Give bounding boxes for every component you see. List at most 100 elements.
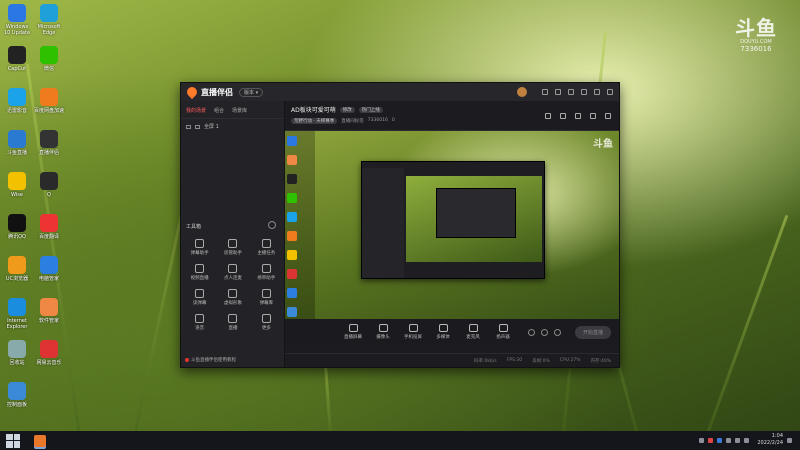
chevron-up-icon[interactable] — [699, 437, 705, 443]
toolbox-item[interactable]: 直播 — [216, 314, 249, 331]
app-icon — [40, 256, 58, 274]
desktop-icon[interactable]: 百度翻译 — [34, 214, 64, 240]
tab-my-scenes[interactable]: 我的场景 — [186, 107, 206, 114]
preview-app-icon — [287, 307, 297, 317]
toolbox-grid: 弹幕助手 房管助手 主播任务视频直播 点人连麦 榜单助手读弹幕 虚拟形象 弹幕库语音 直播 更多 — [183, 239, 283, 331]
eye-icon[interactable] — [186, 124, 191, 129]
lock-icon[interactable] — [560, 113, 566, 119]
category-select[interactable]: 热门上线 — [358, 106, 383, 113]
toolbox-item[interactable]: 虚拟形象 — [216, 289, 249, 306]
desktop-icon-label: 百度翻译 — [38, 234, 59, 240]
tool-icon — [228, 239, 238, 248]
menu-icon[interactable] — [568, 89, 574, 95]
preview-app-icon — [287, 212, 297, 222]
camera-icon[interactable] — [527, 329, 535, 336]
desktop-icon[interactable]: UC浏览器 — [2, 256, 32, 282]
taskbar: 1:04 2022/2/24 — [0, 431, 800, 450]
eye-icon[interactable] — [540, 329, 548, 336]
app-icon — [40, 88, 58, 106]
maximize-icon[interactable] — [594, 89, 600, 95]
room-tag[interactable]: 直播间标签 — [341, 118, 364, 124]
preview-app-icon — [287, 193, 297, 203]
left-panel: 我的场景 组合 场景库 全屏 1 工具箱 弹幕助手 房管助手 主播任务 视频直播 点人连… — [181, 101, 285, 367]
control-right: 开始直播 — [527, 326, 611, 339]
status-bar: 码率:0kb/s FPS:30 丢帧:0% CPU:27% 内存:40% — [285, 353, 619, 367]
toolbox-item[interactable]: 更多 — [250, 314, 283, 331]
version-button[interactable]: 版本 ▾ — [239, 87, 264, 97]
notification-icon[interactable] — [787, 437, 792, 443]
tool-icon — [195, 264, 205, 273]
desktop-icon[interactable]: 迅雷影音 — [2, 88, 32, 114]
toolbox-item[interactable]: 主播任务 — [250, 239, 283, 256]
desktop-icon[interactable]: 腾讯QQ — [2, 214, 32, 240]
edit-title-button[interactable]: 修改 — [339, 106, 355, 113]
network-icon[interactable] — [726, 437, 732, 443]
gift-icon[interactable] — [575, 113, 581, 119]
scene-item[interactable]: 全屏 1 — [181, 119, 284, 134]
live-preview[interactable]: 斗鱼 — [285, 131, 619, 339]
toolbox-item[interactable]: 榜单助手 — [250, 264, 283, 281]
desktop-icon[interactable]: 斗鱼直播 — [2, 130, 32, 156]
toolbox-item[interactable]: 房管助手 — [216, 239, 249, 256]
toolbox-item[interactable]: 弹幕助手 — [183, 239, 216, 256]
room-title: AD板块可爱可萌 — [291, 107, 336, 114]
desktop-icon[interactable]: 直播伴侣 — [34, 130, 64, 156]
camera-button[interactable]: 摄像头 — [373, 324, 393, 340]
bell-icon[interactable] — [590, 113, 596, 119]
toolbox-settings-icon[interactable] — [268, 221, 276, 229]
desktop-icon[interactable]: 回收站 — [2, 340, 32, 366]
desktop-icon[interactable]: Q — [34, 172, 64, 198]
speaker-icon — [498, 324, 508, 332]
minimize-icon[interactable] — [581, 89, 587, 95]
status-item: 丢帧:0% — [532, 358, 550, 364]
toolbox-item[interactable]: 视频直播 — [183, 264, 216, 281]
tool-label: 弹幕库 — [259, 301, 274, 306]
share-icon[interactable] — [605, 113, 611, 119]
desktop-icon[interactable]: 控制面板 — [2, 382, 32, 408]
microphone-button[interactable]: 麦克风 — [463, 324, 483, 340]
desktop-icon[interactable]: 网易云音乐 — [34, 340, 64, 366]
desktop-icon[interactable]: Windows 10 Update — [2, 4, 32, 36]
tray-app-icon[interactable] — [708, 437, 714, 443]
settings-icon[interactable] — [553, 329, 561, 336]
screen-capture-button[interactable]: 直播屏幕 — [343, 324, 363, 340]
tutorial-notice[interactable]: 斗鱼直播伴侣使用教程 — [185, 357, 236, 363]
start-live-button[interactable]: 开始直播 — [574, 326, 611, 339]
desktop-icon-label: 电脑管家 — [38, 276, 59, 282]
desktop-icon[interactable]: Wise — [2, 172, 32, 198]
tab-group[interactable]: 组合 — [214, 107, 224, 114]
tool-label: 读弹幕 — [192, 301, 207, 306]
desktop-icon[interactable]: Microsoft Edge — [34, 4, 64, 36]
volume-icon[interactable] — [735, 437, 741, 443]
speaker-button[interactable]: 扬声器 — [493, 324, 513, 340]
phone-cast-button[interactable]: 手机投屏 — [403, 324, 423, 340]
skin-icon[interactable] — [555, 89, 561, 95]
toolbox-item[interactable]: 语音 — [183, 314, 216, 331]
desktop-icon[interactable]: 微信 — [34, 46, 64, 72]
close-icon[interactable] — [607, 89, 613, 95]
tray-app-icon[interactable] — [717, 437, 723, 443]
game-tag[interactable]: 荒野行动 · 天梯赛季 — [291, 118, 338, 124]
desktop-icon[interactable]: Internet Explorer — [2, 298, 32, 330]
toolbox-item[interactable]: 读弹幕 — [183, 289, 216, 306]
preview-app-icon — [287, 136, 297, 146]
multimedia-button[interactable]: 多媒体 — [433, 324, 453, 340]
toolbox-item[interactable]: 弹幕库 — [250, 289, 283, 306]
clock[interactable]: 1:04 2022/2/24 — [757, 433, 783, 447]
message-icon[interactable] — [542, 89, 548, 95]
desktop-icon[interactable]: 百度网盘加速 — [34, 88, 64, 114]
lock-icon[interactable] — [195, 124, 200, 129]
toolbox-item[interactable]: 点人连麦 — [216, 264, 249, 281]
avatar[interactable] — [517, 87, 527, 97]
control-label: 多媒体 — [436, 335, 450, 340]
desktop-icon[interactable]: CapCut — [2, 46, 32, 72]
taskbar-app-live-companion[interactable] — [34, 434, 46, 447]
windows-start-icon[interactable] — [6, 433, 20, 448]
heat-count: 0 — [391, 118, 395, 123]
record-icon[interactable] — [545, 113, 551, 119]
preview-app-icon — [287, 288, 297, 298]
ime-icon[interactable] — [744, 437, 750, 443]
desktop-icon[interactable]: 电脑管家 — [34, 256, 64, 282]
desktop-icon[interactable]: 软件管家 — [34, 298, 64, 324]
tab-scene-library[interactable]: 场景库 — [232, 107, 247, 114]
